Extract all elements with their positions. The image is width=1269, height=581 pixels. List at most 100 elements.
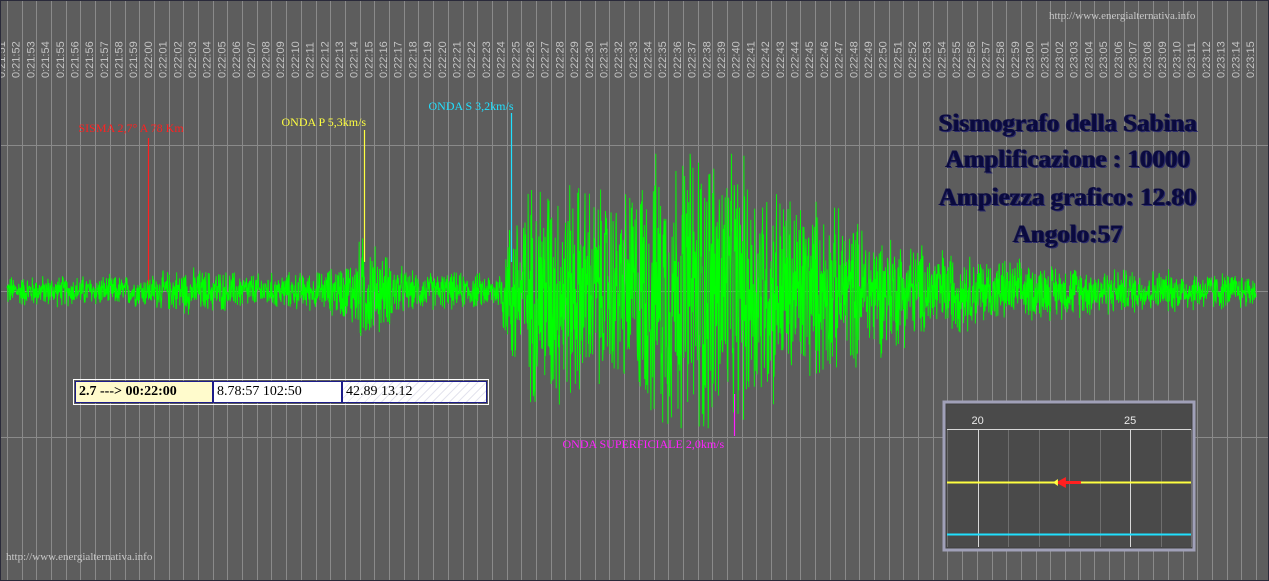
- x-tick-label: 0:22:26: [525, 41, 537, 78]
- distance-info-box: 8.78:57 102:50: [213, 381, 342, 403]
- x-tick-label: 0:22:27: [540, 41, 552, 78]
- x-tick-label: 0:23:09: [1157, 41, 1169, 78]
- x-tick-label: 0:22:30: [584, 41, 596, 78]
- x-tick-label: 0:22:52: [907, 41, 919, 78]
- x-tick-label: 0:22:40: [731, 41, 743, 78]
- x-tick-label: 0:22:35: [657, 41, 669, 78]
- x-tick-label: 0:22:18: [407, 41, 419, 78]
- inset-tick-label: 20: [972, 415, 984, 427]
- x-tick-label: 0:22:50: [878, 41, 890, 78]
- x-tick-label: 0:22:53: [922, 41, 934, 78]
- x-tick-label: 0:21:58: [114, 41, 126, 78]
- watermark-top: http://www.energialternativa.info: [1049, 10, 1196, 22]
- x-tick-label: 0:23:01: [1039, 41, 1051, 78]
- x-tick-label: 0:21:59: [128, 41, 140, 78]
- x-tick-label: 0:23:14: [1230, 41, 1242, 78]
- x-tick-label: 0:22:05: [216, 41, 228, 78]
- seismogram-chart: 0:21:51 0:21:52 0:21:53 0:21:54 0:21:55 0:21:…: [0, 0, 1269, 581]
- x-tick-label: 0:22:12: [319, 41, 331, 78]
- x-tick-label: 0:22:28: [554, 41, 566, 78]
- x-tick-label: 0:22:24: [496, 41, 508, 78]
- x-tick-label: 0:22:57: [981, 41, 993, 78]
- x-tick-label: 0:22:48: [848, 41, 860, 78]
- title-line-amplitude: Ampiezza grafico: 12.80: [939, 184, 1197, 211]
- x-tick-label: 0:23:02: [1054, 41, 1066, 78]
- x-tick-label: 0:22:34: [643, 41, 655, 78]
- x-tick-label: 0:22:59: [1010, 41, 1022, 78]
- x-tick-label: 0:23:03: [1069, 41, 1081, 78]
- x-tick-label: 0:23:00: [1025, 41, 1037, 78]
- x-tick-label: 0:22:17: [393, 41, 405, 78]
- x-tick-label: 0:22:56: [966, 41, 978, 78]
- x-tick-label: 0:22:21: [452, 41, 464, 78]
- x-tick-label: 0:22:02: [172, 41, 184, 78]
- x-tick-label: 0:22:04: [202, 41, 214, 78]
- x-tick-label: 0:22:49: [863, 41, 875, 78]
- x-tick-label: 0:22:06: [231, 41, 243, 78]
- x-tick-label: 0:22:41: [745, 41, 757, 78]
- x-tick-label: 0:22:36: [672, 41, 684, 78]
- x-tick-label: 0:23:07: [1127, 41, 1139, 78]
- x-tick-labels: 0:21:51 0:21:52 0:21:53 0:21:54 0:21:55 0:21:…: [0, 41, 1257, 78]
- x-tick-label: 0:22:15: [363, 41, 375, 78]
- p-wave-label: ONDA P 5,3km/s: [282, 115, 367, 129]
- x-tick-label: 0:22:16: [378, 41, 390, 78]
- x-tick-label: 0:22:03: [187, 41, 199, 78]
- seismograph-window: 0:21:51 0:21:52 0:21:53 0:21:54 0:21:55 0:21:…: [0, 0, 1269, 581]
- x-tick-label: 0:22:14: [349, 41, 361, 78]
- x-tick-label: 0:21:54: [40, 41, 52, 78]
- x-tick-label: 0:22:00: [143, 41, 155, 78]
- x-tick-label: 0:23:11: [1186, 42, 1198, 78]
- x-tick-label: 0:22:54: [936, 41, 948, 78]
- x-tick-label: 0:23:15: [1245, 41, 1257, 78]
- x-tick-label: 0:21:57: [99, 41, 111, 78]
- x-tick-label: 0:22:31: [599, 41, 611, 78]
- x-tick-label: 0:21:52: [11, 41, 23, 78]
- event-info-box: 2.7 ---> 00:22:00: [75, 381, 213, 403]
- x-tick-label: 0:23:08: [1142, 41, 1154, 78]
- x-tick-label: 0:22:51: [892, 41, 904, 78]
- x-tick-label: 0:22:23: [481, 41, 493, 78]
- x-tick-label: 0:22:45: [804, 41, 816, 78]
- x-tick-label: 0:22:39: [716, 41, 728, 78]
- x-tick-label: 0:22:55: [951, 41, 963, 78]
- x-tick-label: 0:21:55: [55, 41, 67, 78]
- x-tick-label: 0:22:09: [275, 41, 287, 78]
- x-tick-label: 0:23:06: [1113, 41, 1125, 78]
- x-tick-label: 0:21:56: [84, 41, 96, 78]
- inset-tick-label: 25: [1124, 415, 1136, 427]
- inset-panel: 20 25: [942, 400, 1196, 552]
- x-tick-label: 0:22:29: [569, 41, 581, 78]
- x-tick-label: 0:23:05: [1098, 41, 1110, 78]
- x-tick-label: 0:22:07: [246, 41, 258, 78]
- x-tick-label: 0:22:25: [510, 41, 522, 78]
- x-tick-label: 0:22:08: [261, 41, 273, 78]
- x-tick-label: 0:22:38: [701, 41, 713, 78]
- x-tick-label: 0:22:47: [834, 41, 846, 78]
- x-tick-label: 0:23:13: [1216, 41, 1228, 78]
- event-marker-label: SISMA 2,7° A 78 Km: [79, 121, 185, 135]
- x-tick-label: 0:22:32: [613, 41, 625, 78]
- surface-wave-label: ONDA SUPERFICIALE 2,0km/s: [563, 437, 725, 451]
- watermark-bottom: http://www.energialternativa.info: [6, 551, 153, 563]
- title-line-amplification: Amplificazione : 10000: [945, 146, 1191, 173]
- x-tick-label: 0:22:46: [819, 41, 831, 78]
- x-tick-label: 0:22:42: [760, 41, 772, 78]
- x-tick-label: 0:22:01: [158, 41, 170, 78]
- x-tick-label: 0:22:11: [305, 42, 317, 78]
- x-tick-label: 0:22:10: [290, 41, 302, 78]
- x-tick-label: 0:22:37: [687, 41, 699, 78]
- x-tick-label: 0:22:43: [775, 41, 787, 78]
- x-tick-label: 0:21:56: [70, 41, 82, 78]
- x-tick-label: 0:22:58: [995, 41, 1007, 78]
- title-line-station: Sismografo della Sabina: [938, 110, 1198, 137]
- x-tick-label: 0:22:22: [466, 41, 478, 78]
- x-tick-label: 0:22:44: [790, 41, 802, 78]
- x-tick-label: 0:21:53: [25, 41, 37, 78]
- x-tick-label: 0:23:04: [1083, 41, 1095, 78]
- x-tick-label: 0:21:51: [0, 41, 8, 78]
- coordinates-info-box: 42.89 13.12: [342, 381, 487, 403]
- s-wave-label: ONDA S 3,2km/s: [429, 99, 514, 113]
- x-tick-label: 0:22:20: [437, 41, 449, 78]
- x-tick-label: 0:22:33: [628, 41, 640, 78]
